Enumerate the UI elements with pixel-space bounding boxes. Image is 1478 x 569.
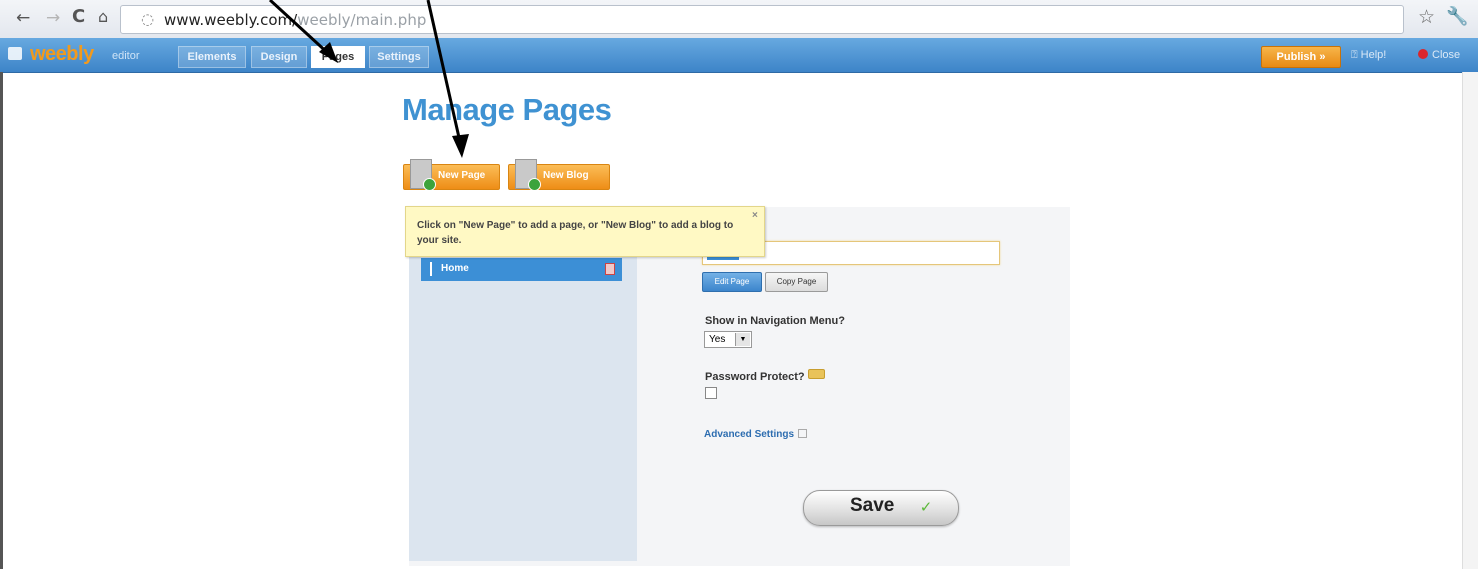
password-protect-label: Password Protect? bbox=[705, 369, 825, 383]
drag-handle-icon[interactable] bbox=[430, 262, 432, 276]
plus-icon bbox=[528, 178, 541, 191]
new-page-button[interactable]: New Page bbox=[403, 159, 500, 191]
save-button[interactable]: Save ✓ bbox=[803, 490, 959, 526]
close-link[interactable]: Close bbox=[1418, 49, 1460, 61]
tab-settings[interactable]: Settings bbox=[369, 46, 429, 68]
page-list-item-home[interactable]: Home bbox=[421, 258, 622, 281]
help-tooltip: Click on "New Page" to add a page, or "N… bbox=[405, 206, 765, 257]
tooltip-text: Click on "New Page" to add a page, or "N… bbox=[417, 220, 734, 246]
save-label: Save bbox=[850, 495, 895, 516]
tab-design[interactable]: Design bbox=[251, 46, 307, 68]
logo-text: weebly bbox=[30, 43, 94, 65]
window-edge bbox=[0, 72, 3, 569]
close-label: Close bbox=[1432, 49, 1461, 61]
editor-toolbar: weebly editor Elements Design Pages Sett… bbox=[0, 38, 1478, 73]
password-protect-checkbox[interactable] bbox=[705, 387, 717, 399]
show-in-nav-label: Show in Navigation Menu? bbox=[705, 315, 845, 327]
forward-arrow-icon[interactable]: → bbox=[46, 8, 60, 28]
new-page-label: New Page bbox=[438, 170, 486, 181]
reload-icon[interactable]: C bbox=[72, 6, 85, 27]
page-title: Manage Pages bbox=[402, 92, 612, 127]
show-in-nav-select[interactable]: Yes ▼ bbox=[704, 331, 752, 348]
tab-elements[interactable]: Elements bbox=[178, 46, 246, 68]
checkmark-icon: ✓ bbox=[919, 498, 933, 516]
advanced-settings-label: Advanced Settings bbox=[704, 429, 795, 440]
home-icon[interactable]: ⌂ bbox=[98, 7, 108, 26]
help-link[interactable]: ⍰ Help! bbox=[1351, 49, 1386, 62]
copy-page-button[interactable]: Copy Page bbox=[765, 272, 828, 292]
globe-icon: ◌ bbox=[141, 10, 155, 28]
close-icon bbox=[1418, 49, 1428, 59]
arrow-to-new-page-head bbox=[452, 134, 469, 158]
tab-pages[interactable]: Pages bbox=[311, 46, 365, 68]
key-icon bbox=[807, 369, 825, 379]
dropdown-arrow-icon[interactable]: ▼ bbox=[735, 333, 750, 346]
new-blog-button[interactable]: New Blog bbox=[508, 159, 610, 191]
new-blog-label: New Blog bbox=[543, 170, 589, 181]
scrollbar[interactable] bbox=[1462, 72, 1478, 569]
select-value: Yes bbox=[709, 334, 726, 345]
plus-icon bbox=[423, 178, 436, 191]
tooltip-close-icon[interactable]: × bbox=[752, 208, 758, 223]
expand-icon bbox=[798, 429, 808, 438]
password-label-text: Password Protect? bbox=[705, 371, 805, 383]
publish-button[interactable]: Publish » bbox=[1261, 46, 1341, 68]
wrench-icon[interactable]: 🔧 bbox=[1446, 6, 1468, 27]
trash-icon[interactable] bbox=[605, 263, 615, 275]
edit-page-button[interactable]: Edit Page bbox=[702, 272, 762, 292]
back-arrow-icon[interactable]: ← bbox=[16, 8, 30, 28]
logo-mark-icon bbox=[8, 47, 22, 60]
browser-toolbar: ← → C ⌂ ◌ www.weebly.com/weebly/main.php… bbox=[0, 0, 1478, 38]
logo-subtitle: editor bbox=[112, 50, 140, 62]
advanced-settings-link[interactable]: Advanced Settings bbox=[704, 429, 808, 440]
address-bar[interactable]: ◌ www.weebly.com/weebly/main.php bbox=[120, 5, 1404, 34]
help-label: Help! bbox=[1360, 49, 1387, 61]
page-item-label: Home bbox=[441, 263, 469, 274]
star-icon[interactable]: ☆ bbox=[1418, 6, 1435, 28]
url-text[interactable]: www.weebly.com/weebly/main.php bbox=[164, 11, 426, 29]
